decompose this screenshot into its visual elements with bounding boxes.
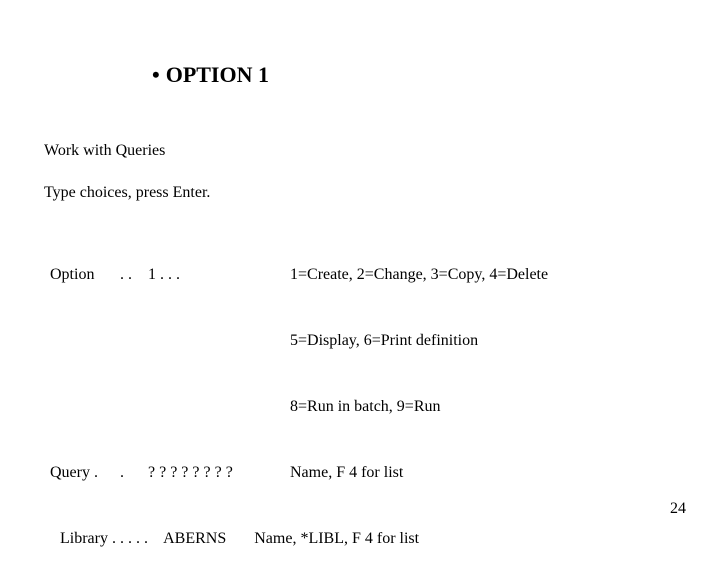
bullet-icon: •: [152, 62, 160, 88]
query-help: Name, F 4 for list: [290, 462, 403, 484]
query-dots: .: [120, 462, 148, 484]
option-dots: . .: [120, 264, 148, 286]
library-label: Library . . . . .: [60, 530, 148, 547]
instruction-text: Type choices, press Enter.: [44, 184, 210, 202]
query-label: Query .: [50, 462, 120, 484]
library-help: Name, *LIBL, F 4 for list: [254, 530, 419, 547]
library-value: ABERNS: [163, 530, 226, 547]
option-row: Option. .1 . . .1=Create, 2=Change, 3=Co…: [50, 264, 548, 286]
slide-title: •OPTION 1: [152, 62, 269, 88]
library-row: Library . . . . . ABERNS Name, *LIBL, F …: [50, 528, 548, 550]
form-area: Option. .1 . . .1=Create, 2=Change, 3=Co…: [50, 220, 548, 572]
slide-title-text: OPTION 1: [166, 62, 269, 87]
query-row: Query .. ? ? ? ? ? ? ? ?Name, F 4 for li…: [50, 462, 548, 484]
query-value: ? ? ? ? ? ? ? ?: [148, 462, 290, 484]
option-help-2: 5=Display, 6=Print definition: [290, 330, 478, 352]
screen-title: Work with Queries: [44, 142, 165, 160]
option-help-row-3: 8=Run in batch, 9=Run: [50, 396, 548, 418]
option-value: 1 . . .: [148, 264, 290, 286]
option-label: Option: [50, 264, 120, 286]
page-number: 24: [670, 500, 686, 518]
option-help-3: 8=Run in batch, 9=Run: [290, 396, 440, 418]
option-help-row-2: 5=Display, 6=Print definition: [50, 330, 548, 352]
option-help-1: 1=Create, 2=Change, 3=Copy, 4=Delete: [290, 264, 548, 286]
